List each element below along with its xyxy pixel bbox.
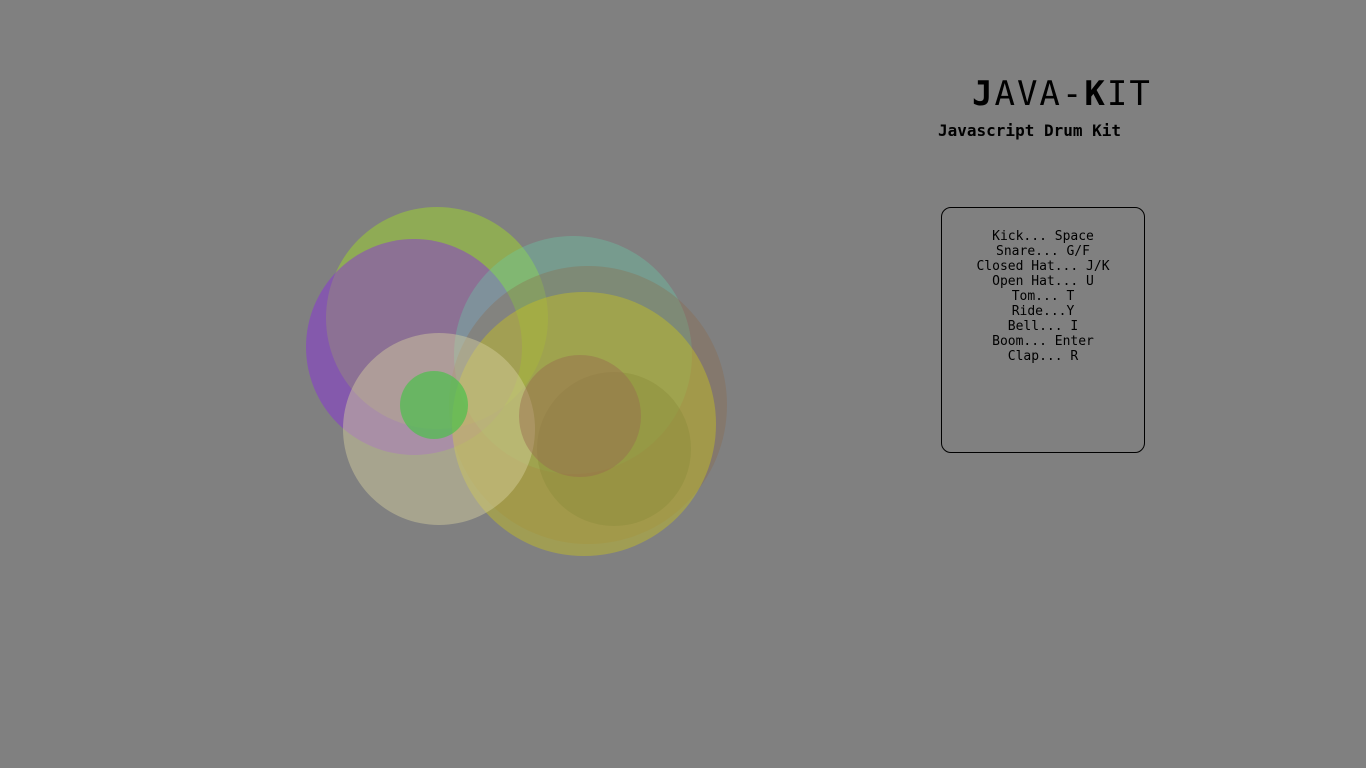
app-logo: JAVA-KIT	[972, 74, 1152, 114]
keymap-tom: Tom... T	[1011, 289, 1075, 304]
keymap-boom: Boom... Enter	[992, 334, 1094, 349]
keymap-ride: Ride...Y	[1011, 304, 1075, 319]
green-circle	[400, 371, 468, 439]
logo-letter-j: J	[972, 74, 995, 114]
keymap-snare: Snare... G/F	[996, 244, 1090, 259]
keymap-kick: Kick... Space	[992, 229, 1094, 244]
keymap-closed-hat: Closed Hat... J/K	[976, 259, 1110, 274]
page-subtitle: Javascript Drum Kit	[938, 121, 1122, 140]
keymap-bell: Bell... I	[1007, 319, 1079, 334]
rust-circle	[519, 355, 641, 477]
keymap-open-hat: Open Hat... U	[992, 274, 1094, 289]
key-mapping-panel: Kick... Space Snare... G/F Closed Hat...…	[941, 207, 1145, 453]
keymap-clap: Clap... R	[1007, 349, 1079, 364]
logo-letter-k: K	[1084, 74, 1107, 114]
drum-kit-page: JAVA-KIT Javascript Drum Kit Kick... Spa…	[0, 0, 1366, 768]
sound-visualizer	[306, 207, 727, 556]
logo-middle: AVA-	[994, 74, 1085, 114]
logo-rest: IT	[1106, 74, 1152, 114]
